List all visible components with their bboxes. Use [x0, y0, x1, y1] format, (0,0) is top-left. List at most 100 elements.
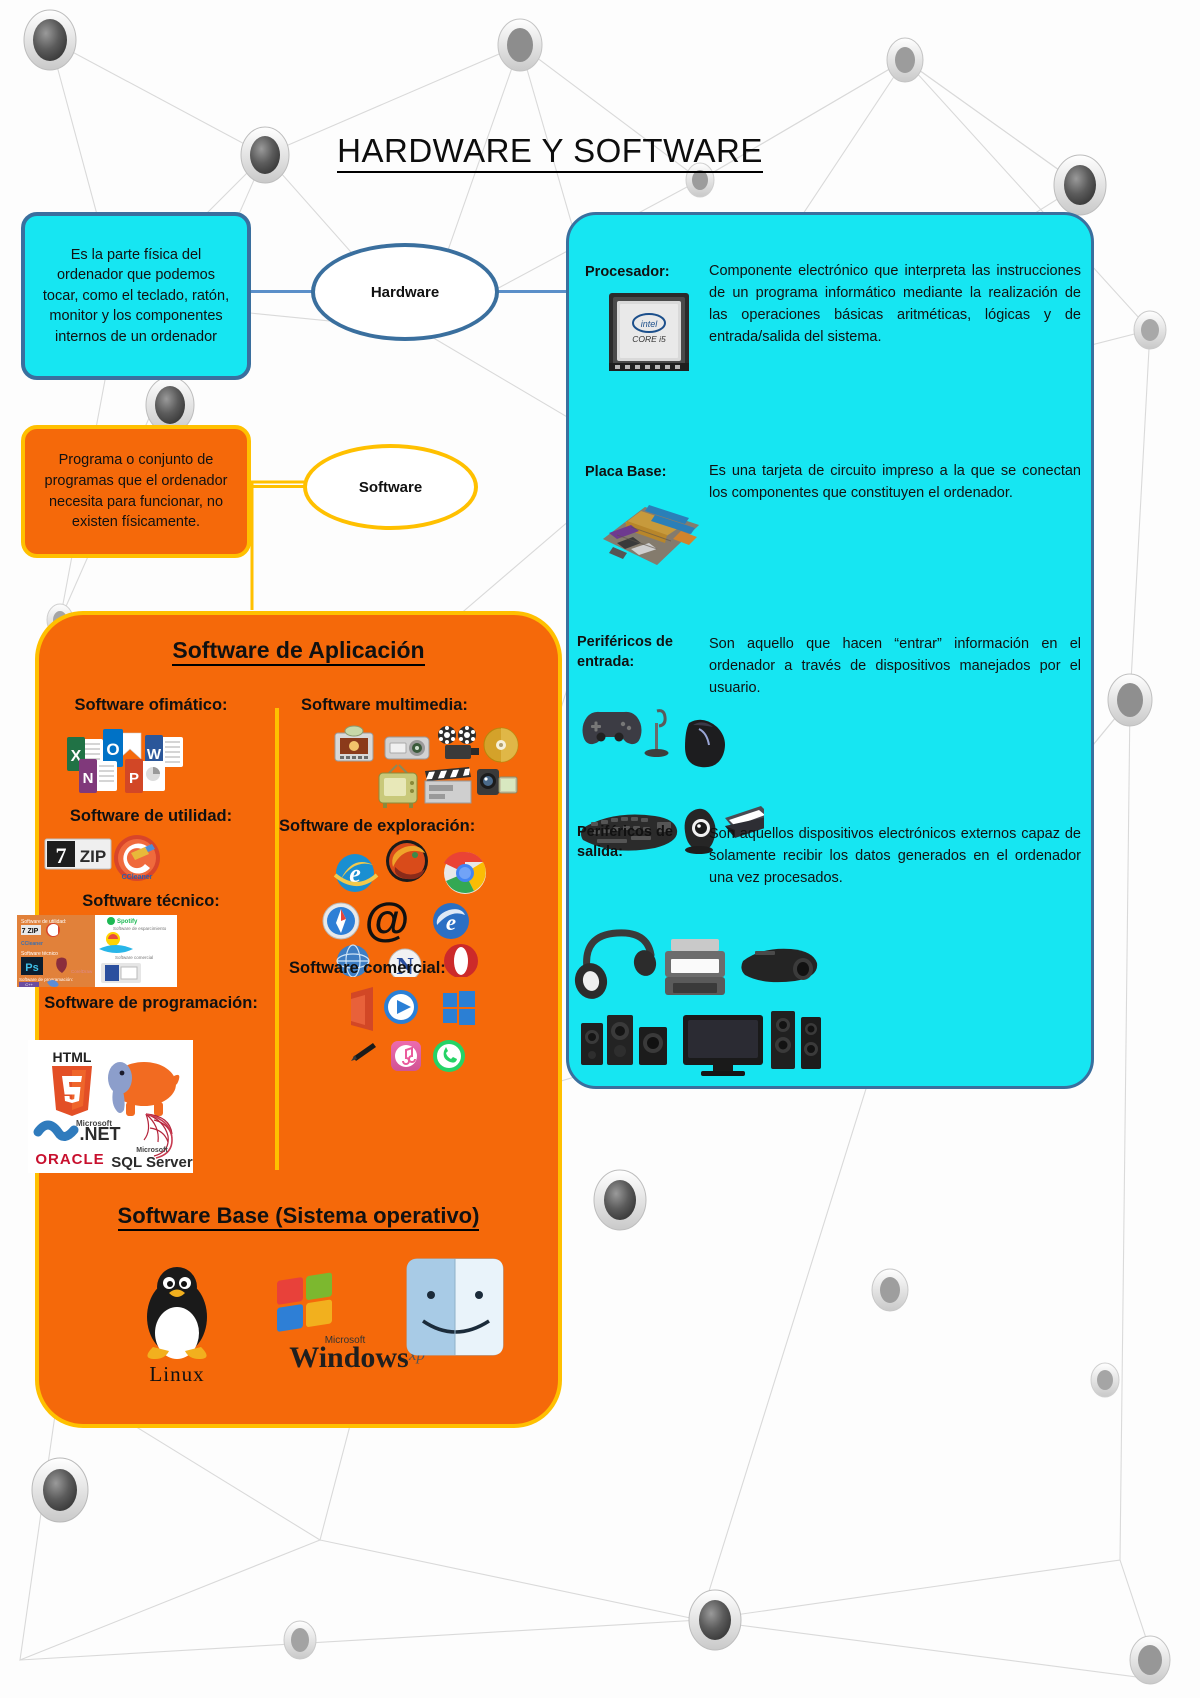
svg-text:W: W	[147, 746, 162, 763]
film-camera-icon	[438, 726, 479, 759]
gamepad-icon	[582, 711, 642, 745]
projector-icon	[384, 736, 430, 760]
intel-brand-text: intel	[641, 319, 659, 329]
svg-text:Software técnico: Software técnico	[21, 951, 58, 957]
camcorder-icon	[477, 769, 518, 795]
page-title: HARDWARE Y SOFTWARE	[0, 132, 1100, 173]
column-divider	[275, 708, 279, 1170]
programming-software-icons: HTML Microsoft .NET ORACLE Microsoft SQL…	[28, 1040, 193, 1173]
monitor-icon	[683, 1015, 763, 1076]
output-peripherals-text: Son aquellos dispositivos electrónicos e…	[709, 826, 1081, 887]
motherboard-text: Es una tarjeta de circuito impreso a la …	[709, 463, 1081, 502]
windows-store-icon	[443, 991, 475, 1025]
svg-text:SQL Server: SQL Server	[111, 1154, 193, 1171]
svg-text:7: 7	[56, 843, 67, 868]
svg-text:CCleaner: CCleaner	[21, 941, 43, 947]
software-definition-text: Programa o conjunto de programas que el …	[44, 452, 228, 531]
node-software[interactable]: Software	[303, 444, 478, 530]
node-hardware[interactable]: Hardware	[311, 243, 499, 341]
oracle-icon: ORACLE	[35, 1151, 104, 1168]
software-definition-box: Programa o conjunto de programas que el …	[21, 425, 251, 558]
at-sign-icon: @	[365, 893, 410, 945]
speaker-icon	[581, 1015, 633, 1065]
pen-icon	[351, 1043, 376, 1061]
hardware-definition-box: Es la parte física del ordenador que pod…	[21, 212, 251, 380]
svg-text:C++: C++	[25, 982, 33, 987]
slide-projector-icon	[334, 725, 374, 762]
svg-text:P: P	[129, 770, 139, 787]
svg-text:Microsoft: Microsoft	[136, 1147, 168, 1154]
windows-xp-icon: Microsoft Windows xp	[277, 1272, 425, 1374]
base-software-title-text: Software Base (Sistema operativo)	[117, 1203, 480, 1231]
output-devices-photo-row2	[581, 1011, 821, 1076]
svg-text:HTML: HTML	[53, 1049, 92, 1065]
heading-tecnico: Software técnico:	[82, 892, 220, 910]
hardware-definition-text: Es la parte física del ordenador que pod…	[42, 246, 230, 345]
heading-ofimatico: Software ofimático:	[74, 696, 228, 714]
page-title-text: HARDWARE Y SOFTWARE	[337, 132, 763, 173]
svg-text:Spotify: Spotify	[117, 919, 138, 925]
node-hardware-label: Hardware	[370, 283, 440, 301]
headphones-icon	[574, 929, 657, 999]
ccleaner-icon: CCleaner	[114, 835, 160, 881]
itunes-icon	[391, 1041, 421, 1071]
mouse-icon	[685, 719, 725, 768]
heading-comercial: Software comercial:	[289, 959, 446, 977]
linux-penguin-icon: Linux	[147, 1267, 207, 1386]
office-suite-icons: X O W N P	[67, 729, 183, 793]
input-peripherals-text: Son aquello que hacen “entrar” informaci…	[709, 636, 1081, 697]
projector-icon	[741, 948, 818, 983]
media-player-icon	[384, 990, 418, 1024]
svg-text:CorelDraw: CorelDraw	[71, 969, 93, 974]
internet-explorer-icon: e	[333, 854, 379, 892]
application-software-title-text: Software de Aplicación	[172, 637, 425, 666]
svg-text:ZIP: ZIP	[80, 847, 106, 866]
input-peripherals-label: Periféricos de entrada:	[577, 634, 673, 670]
core-i5-text: CORE i5	[632, 334, 666, 344]
svg-text:ORACLE: ORACLE	[35, 1151, 104, 1168]
technical-software-collage: Software de utilidad: 7 ZIP CCleaner Sof…	[17, 915, 177, 987]
input-devices-photo	[582, 709, 725, 768]
7zip-icon: 7 ZIP	[44, 838, 112, 870]
svg-text:Software de esparcimiento: Software de esparcimiento	[113, 926, 167, 931]
heading-multimedia: Software multimedia:	[301, 696, 468, 714]
svg-text:@: @	[365, 893, 410, 945]
operating-system-logos: Linux Microsoft Windows xp	[147, 1258, 504, 1386]
svg-text:e: e	[446, 910, 456, 935]
motherboard-photo	[603, 505, 699, 565]
html5-icon: HTML	[52, 1049, 92, 1116]
ie-blue-icon: e	[433, 903, 469, 939]
office-icon	[351, 987, 373, 1031]
printer-icon	[665, 939, 725, 995]
firefox-icon	[386, 840, 428, 882]
base-software-title: Software Base (Sistema operativo)	[39, 1203, 558, 1231]
connector-hardware-right	[497, 290, 567, 293]
clapperboard-icon	[424, 767, 472, 804]
commercial-software-icons	[351, 987, 475, 1072]
intel-core-i5-processor-photo: intel CORE i5	[609, 293, 689, 371]
chrome-icon	[444, 851, 486, 894]
svg-text:Software comercial: Software comercial	[115, 955, 153, 960]
application-software-title: Software de Aplicación	[39, 637, 558, 666]
svg-text:.NET: .NET	[79, 1124, 120, 1144]
connector-software-down	[250, 480, 306, 610]
svg-text:Software de utilidad:: Software de utilidad:	[21, 919, 66, 925]
hardware-details-panel: Procesador: Componente electrónico que i…	[566, 212, 1094, 1089]
mac-finder-icon	[406, 1258, 504, 1356]
subwoofer-icon	[639, 1027, 667, 1065]
linux-wordmark: Linux	[149, 1362, 204, 1386]
processor-text: Componente electrónico que interpreta la…	[709, 263, 1081, 346]
node-software-label: Software	[358, 478, 423, 496]
multimedia-software-icons	[334, 725, 519, 808]
connector-hardware-left	[251, 290, 313, 293]
motherboard-label: Placa Base:	[585, 464, 667, 480]
heading-programacion: Software de programación:	[44, 994, 258, 1012]
heading-utilidad: Software de utilidad:	[69, 807, 233, 825]
television-icon	[378, 764, 418, 808]
utility-software-icons: 7 ZIP CCleaner	[44, 835, 160, 881]
onenote-icon: N	[79, 759, 117, 793]
svg-text:7 ZIP: 7 ZIP	[22, 928, 39, 935]
processor-label: Procesador:	[585, 264, 670, 280]
svg-text:N: N	[83, 770, 94, 787]
safari-icon	[322, 902, 360, 940]
